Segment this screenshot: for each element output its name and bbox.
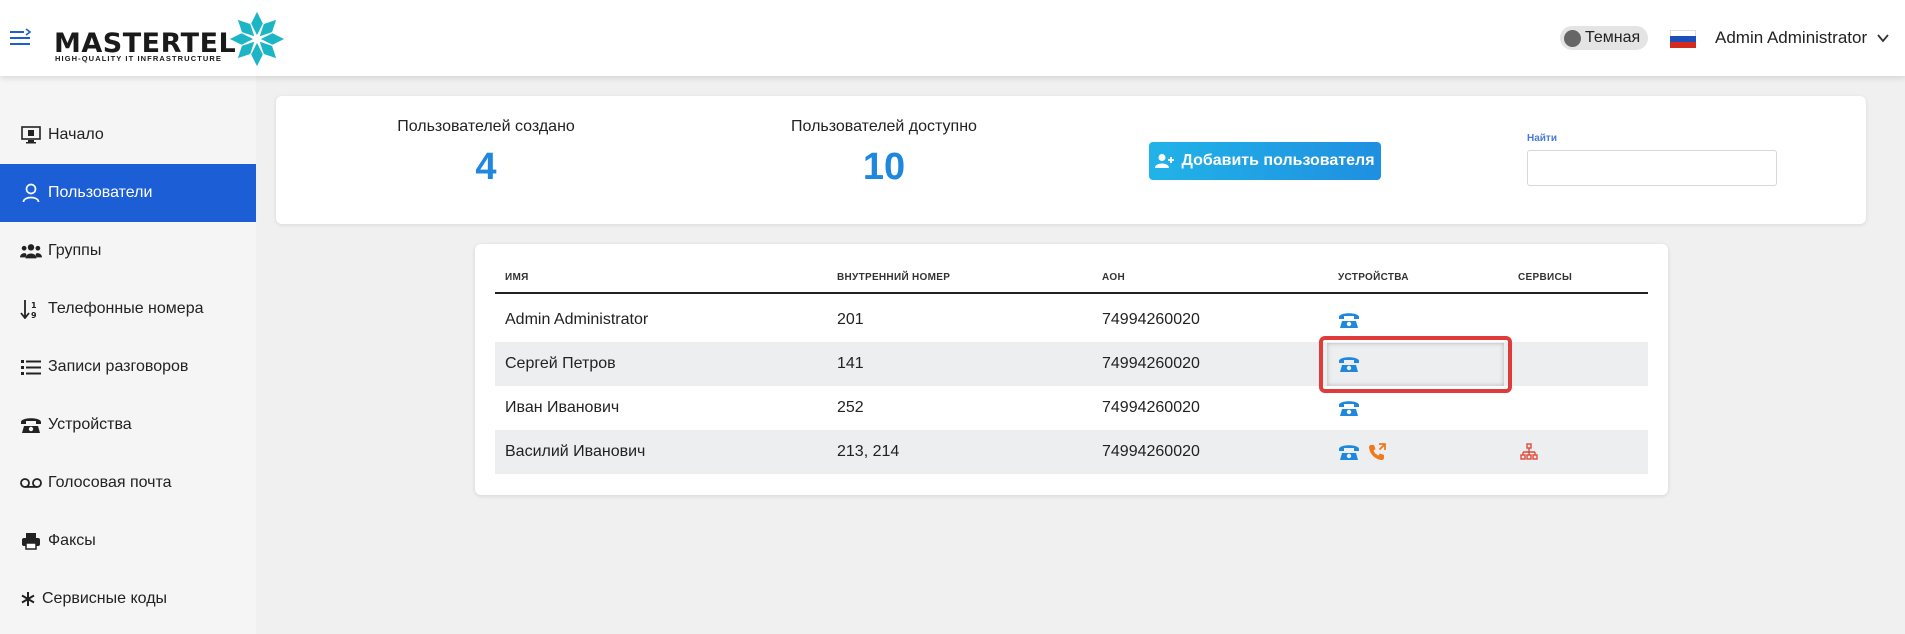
theme-toggle-label: Темная	[1585, 29, 1641, 46]
desk-phone-icon[interactable]	[1338, 397, 1360, 419]
user-name: Admin Administrator	[1715, 28, 1868, 47]
search-label: Найти	[1527, 133, 1557, 144]
sidebar-item-voicemail[interactable]: Голосовая почта	[0, 454, 256, 512]
users-available-label: Пользователей доступно	[791, 118, 977, 135]
sidebar-item-label: Устройства	[48, 416, 132, 433]
table-header: ИМЯ ВНУТРЕННИЙ НОМЕР АОН УСТРОЙСТВА СЕРВ…	[495, 272, 1648, 294]
asterisk-icon	[20, 588, 36, 610]
user-name-cell[interactable]: Admin Administrator	[505, 298, 648, 342]
users-created-stat: Пользователей создано 4	[396, 118, 576, 189]
top-header: MASTERTEL HIGH-QUALITY IT INFRASTRUCTURE…	[0, 0, 1905, 76]
user-name-cell[interactable]: Иван Иванович	[505, 386, 619, 430]
add-user-button-label: Добавить пользователя	[1181, 152, 1375, 169]
user-menu[interactable]: Admin Administrator	[1715, 28, 1889, 48]
sidebar-item-label: Начало	[48, 126, 104, 143]
list-icon	[20, 356, 42, 378]
theme-toggle[interactable]: Темная	[1560, 26, 1649, 50]
user-name-cell[interactable]: Сергей Петров	[505, 342, 616, 386]
table-row[interactable]: Василий Иванович 213, 214 74994260020	[495, 430, 1648, 474]
desk-phone-icon[interactable]	[1338, 441, 1360, 463]
aon-cell: 74994260020	[1102, 355, 1200, 372]
sidebar-item-phone-numbers[interactable]: 19 Телефонные номера	[0, 280, 256, 338]
sidebar-item-label: Сервисные коды	[42, 590, 168, 607]
sidebar-item-users[interactable]: Пользователи	[0, 164, 256, 222]
snowflake-logo-icon	[229, 11, 285, 67]
sidebar-item-devices[interactable]: Устройства	[0, 396, 256, 454]
column-header-aon[interactable]: АОН	[1102, 272, 1125, 283]
voicemail-icon	[20, 472, 42, 494]
svg-text:9: 9	[31, 311, 37, 319]
devices-cell	[1338, 342, 1366, 386]
aon-cell: 74994260020	[1102, 311, 1200, 328]
extension-cell: 213, 214	[837, 443, 900, 460]
extension-cell: 201	[837, 311, 864, 328]
devices-cell	[1338, 430, 1394, 474]
toggle-knob	[1564, 29, 1581, 47]
desk-phone-icon[interactable]	[1338, 309, 1360, 331]
monitor-icon	[20, 124, 42, 146]
desk-phone-icon[interactable]	[1338, 353, 1360, 375]
extension-cell: 252	[837, 399, 864, 416]
menu-toggle-icon[interactable]	[10, 28, 32, 48]
column-header-devices[interactable]: УСТРОЙСТВА	[1338, 272, 1409, 283]
aon-cell: 74994260020	[1102, 443, 1200, 460]
sort-numbers-icon: 19	[20, 298, 42, 320]
users-created-label: Пользователей создано	[397, 118, 575, 135]
aon-cell: 74994260020	[1102, 399, 1200, 416]
users-table-card: ИМЯ ВНУТРЕННИЙ НОМЕР АОН УСТРОЙСТВА СЕРВ…	[475, 244, 1668, 495]
sidebar-item-label: Пользователи	[48, 184, 153, 201]
logo-subtitle: HIGH-QUALITY IT INFRASTRUCTURE	[55, 54, 223, 63]
sitemap-icon[interactable]	[1518, 441, 1540, 463]
users-group-icon	[20, 240, 42, 262]
chevron-down-icon	[1877, 34, 1889, 43]
sidebar-item-faxes[interactable]: Факсы	[0, 512, 256, 570]
mastertel-logo[interactable]: MASTERTEL HIGH-QUALITY IT INFRASTRUCTURE	[54, 10, 294, 67]
sidebar-item-label: Группы	[48, 242, 102, 259]
services-cell	[1518, 430, 1546, 474]
russian-flag-icon[interactable]	[1670, 30, 1696, 48]
table-row[interactable]: Admin Administrator 201 74994260020	[495, 298, 1648, 342]
phone-icon	[20, 414, 42, 436]
user-plus-icon	[1155, 154, 1175, 168]
users-available-stat: Пользователей доступно 10	[784, 118, 984, 189]
devices-cell	[1338, 298, 1366, 342]
sidebar-item-label: Записи разговоров	[48, 358, 189, 375]
call-forward-icon[interactable]	[1366, 441, 1388, 463]
add-user-button[interactable]: Добавить пользователя	[1149, 142, 1381, 180]
search-input[interactable]	[1527, 150, 1777, 186]
sidebar-item-service-codes[interactable]: Сервисные коды	[0, 570, 256, 628]
sidebar-item-home[interactable]: Начало	[0, 106, 256, 164]
svg-text:1: 1	[31, 301, 37, 310]
column-header-services[interactable]: СЕРВИСЫ	[1518, 272, 1572, 283]
column-header-name[interactable]: ИМЯ	[505, 272, 529, 283]
users-available-value: 10	[862, 146, 906, 188]
sidebar-item-label: Голосовая почта	[48, 474, 172, 491]
sidebar-item-groups[interactable]: Группы	[0, 222, 256, 280]
devices-cell	[1338, 386, 1366, 430]
printer-icon	[20, 530, 42, 552]
sidebar-item-label: Факсы	[48, 532, 96, 549]
sidebar-item-label: Телефонные номера	[48, 300, 204, 317]
user-icon	[20, 182, 42, 204]
extension-cell: 141	[837, 355, 864, 372]
column-header-extension[interactable]: ВНУТРЕННИЙ НОМЕР	[837, 272, 950, 283]
table-row[interactable]: Иван Иванович 252 74994260020	[495, 386, 1648, 430]
table-row[interactable]: Сергей Петров 141 74994260020	[495, 342, 1648, 386]
sidebar-item-call-records[interactable]: Записи разговоров	[0, 338, 256, 396]
sidebar: Начало Пользователи Группы 19 Телефонные…	[0, 76, 256, 634]
users-created-value: 4	[475, 146, 497, 188]
user-name-cell[interactable]: Василий Иванович	[505, 430, 645, 474]
users-stats-card: Пользователей создано 4 Пользователей до…	[276, 96, 1866, 224]
